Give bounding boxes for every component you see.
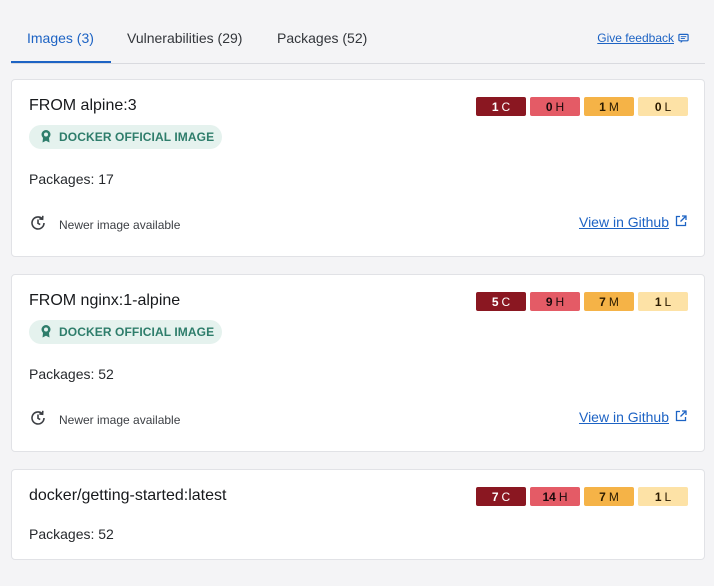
tab-images[interactable]: Images (3) [27, 30, 94, 50]
badge-label: DOCKER OFFICIAL IMAGE [59, 130, 215, 144]
docker-official-image-badge: DOCKER OFFICIAL IMAGE [29, 320, 223, 344]
newer-image-label: Newer image available [59, 412, 181, 427]
high-count-badge: 14 H [530, 487, 580, 506]
feedback-icon [678, 33, 689, 44]
tab-packages[interactable]: Packages (52) [277, 30, 367, 50]
image-title: FROM alpine:3 [29, 97, 137, 114]
image-title: FROM nginx:1-alpine [29, 292, 181, 309]
tab-bar: Images (3) Vulnerabilities (29) Packages… [0, 0, 714, 64]
critical-count-badge: 1C [476, 97, 526, 116]
newer-image-label: Newer image available [59, 217, 181, 232]
high-count-badge: 9H [530, 292, 580, 311]
badge-label: DOCKER OFFICIAL IMAGE [59, 325, 215, 339]
medium-count-badge: 1M [584, 97, 634, 116]
low-count-badge: 1L [638, 487, 688, 506]
view-in-github-link[interactable]: View in Github [579, 409, 687, 425]
image-card: FROM nginx:1-alpine 5C 9H 7M 1L DOCKER O… [11, 274, 705, 452]
give-feedback-link[interactable]: Give feedback [597, 31, 689, 45]
image-card: docker/getting-started:latest 7C 14 H 7M … [11, 469, 705, 560]
update-clock-icon [29, 214, 47, 235]
medium-count-badge: 7M [584, 292, 634, 311]
severity-counts: 1C 0H 1M 0L [476, 97, 688, 116]
external-link-icon [675, 409, 687, 425]
github-link-label: View in Github [578, 214, 669, 230]
image-card: FROM alpine:3 1C 0H 1M 0L DOCKER OFFICIA… [11, 79, 705, 257]
critical-count-badge: 5C [476, 292, 526, 311]
newer-image-notice: Newer image available [29, 409, 180, 430]
image-title: docker/getting-started:latest [29, 487, 227, 504]
severity-counts: 5C 9H 7M 1L [476, 292, 688, 311]
view-in-github-link[interactable]: View in Github [579, 214, 687, 230]
package-count: Packages: 52 [29, 366, 114, 382]
package-count: Packages: 17 [29, 171, 114, 187]
critical-count-badge: 7C [476, 487, 526, 506]
newer-image-notice: Newer image available [29, 214, 180, 235]
medium-count-badge: 7M [584, 487, 634, 506]
high-count-badge: 0H [530, 97, 580, 116]
low-count-badge: 1L [638, 292, 688, 311]
package-count: Packages: 52 [29, 526, 114, 542]
external-link-icon [675, 214, 687, 230]
low-count-badge: 0L [638, 97, 688, 116]
award-icon [39, 129, 53, 146]
award-icon [39, 324, 53, 341]
update-clock-icon [29, 409, 47, 430]
severity-counts: 7C 14 H 7M 1L [476, 487, 688, 506]
tab-divider [11, 63, 705, 64]
github-link-label: View in Github [578, 409, 669, 425]
give-feedback-label: Give feedback [597, 31, 674, 45]
docker-official-image-badge: DOCKER OFFICIAL IMAGE [29, 125, 223, 149]
tab-vulnerabilities[interactable]: Vulnerabilities (29) [127, 30, 242, 50]
